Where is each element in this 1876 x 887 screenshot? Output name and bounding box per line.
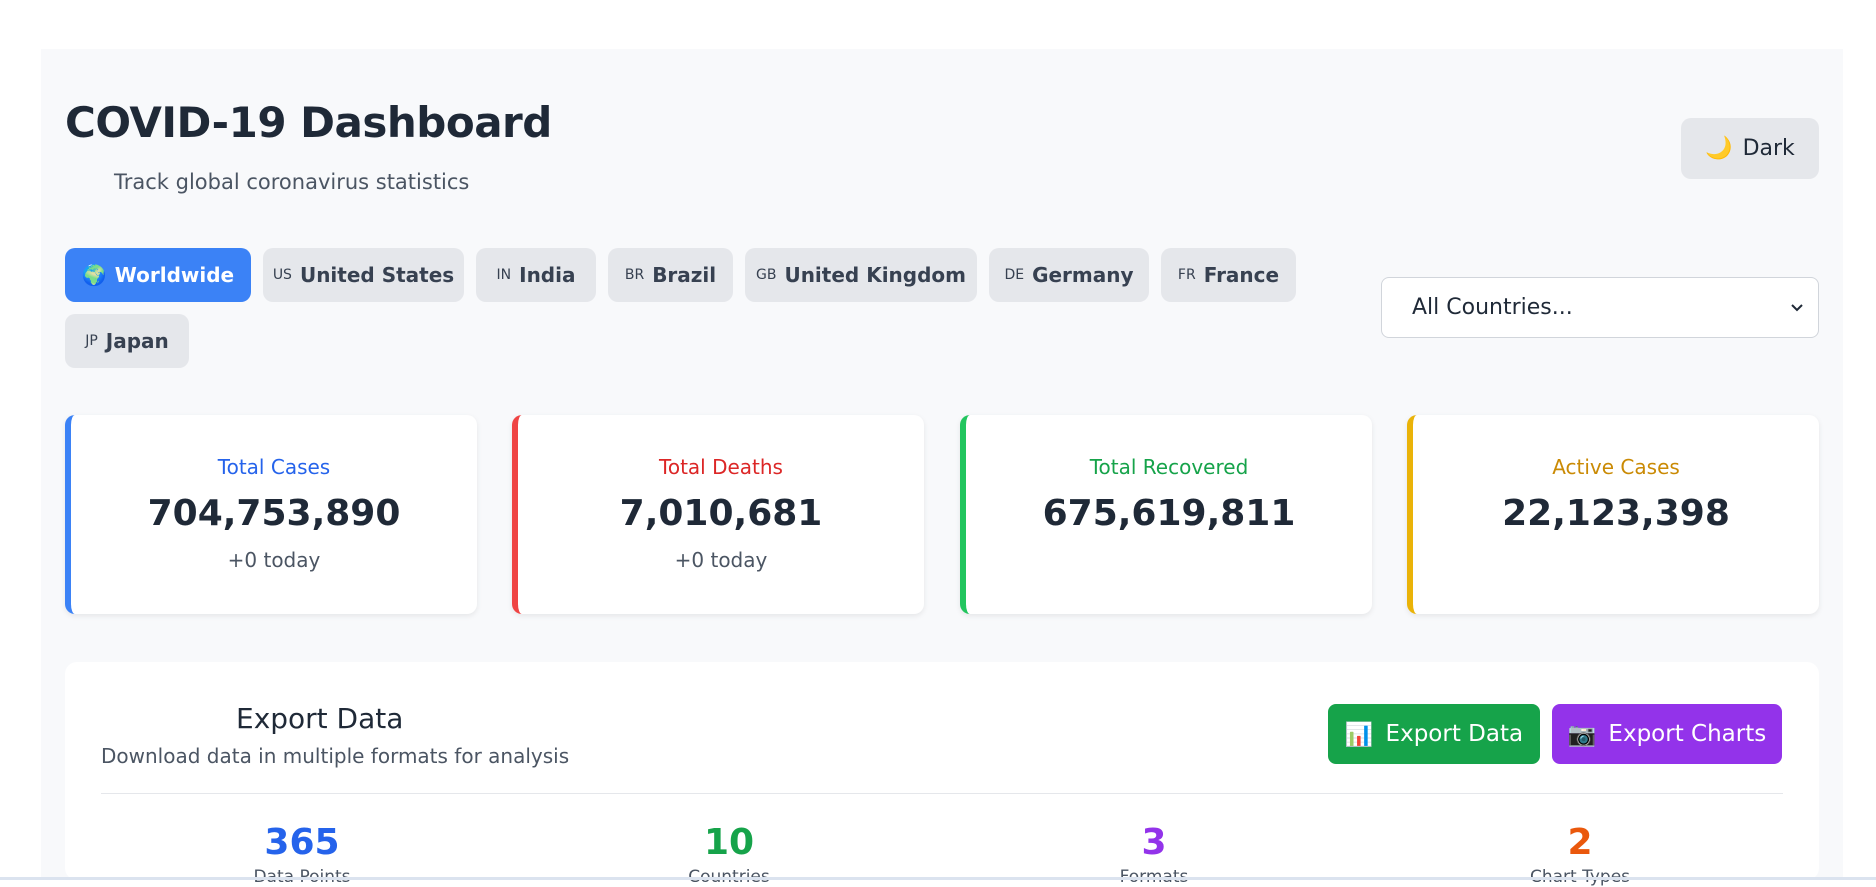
fr-flag-icon: FR bbox=[1177, 267, 1196, 283]
moon-icon: 🌙 bbox=[1705, 136, 1733, 161]
bar-chart-icon: 📊 bbox=[1344, 721, 1374, 748]
globe-icon: 🌍 bbox=[81, 263, 107, 287]
total-deaths-card: Total Deaths 7,010,681 +0 today bbox=[512, 415, 924, 614]
export-title: Export Data bbox=[236, 702, 404, 735]
tab-label: France bbox=[1203, 263, 1280, 287]
tab-india[interactable]: IN India bbox=[476, 248, 596, 302]
export-charts-label: Export Charts bbox=[1608, 721, 1767, 747]
tab-worldwide[interactable]: 🌍 Worldwide bbox=[65, 248, 251, 302]
us-flag-icon: US bbox=[272, 267, 292, 283]
card-label: Total Deaths bbox=[659, 455, 783, 479]
tab-label: Germany bbox=[1032, 263, 1134, 287]
card-today: +0 today bbox=[227, 548, 321, 572]
page-subtitle: Track global coronavirus statistics bbox=[114, 170, 470, 194]
tab-france[interactable]: FR France bbox=[1161, 248, 1296, 302]
card-label: Total Recovered bbox=[1089, 455, 1249, 479]
tab-japan[interactable]: JP Japan bbox=[65, 314, 189, 368]
tab-united-states[interactable]: US United States bbox=[263, 248, 464, 302]
card-label: Total Cases bbox=[217, 455, 331, 479]
tab-label: Worldwide bbox=[114, 263, 235, 287]
active-cases-card: Active Cases 22,123,398 bbox=[1407, 415, 1819, 614]
tab-label: United Kingdom bbox=[784, 263, 966, 287]
total-cases-card: Total Cases 704,753,890 +0 today bbox=[65, 415, 477, 614]
tab-label: Brazil bbox=[652, 263, 717, 287]
tab-brazil[interactable]: BR Brazil bbox=[608, 248, 733, 302]
card-value: 675,619,811 bbox=[1042, 493, 1296, 534]
export-data-button[interactable]: 📊 Export Data bbox=[1328, 704, 1540, 764]
jp-flag-icon: JP bbox=[85, 333, 98, 349]
card-value: 7,010,681 bbox=[619, 493, 823, 534]
camera-icon: 📷 bbox=[1567, 721, 1597, 748]
tab-germany[interactable]: DE Germany bbox=[989, 248, 1149, 302]
de-flag-icon: DE bbox=[1004, 267, 1025, 283]
tab-label: India bbox=[519, 263, 576, 287]
br-flag-icon: BR bbox=[624, 267, 645, 283]
stat-value: 10 bbox=[703, 822, 755, 863]
card-value: 704,753,890 bbox=[147, 493, 401, 534]
chevron-down-icon bbox=[1791, 303, 1803, 311]
card-value: 22,123,398 bbox=[1502, 493, 1730, 534]
stat-value: 365 bbox=[264, 822, 340, 863]
stat-value: 2 bbox=[1567, 822, 1593, 863]
tab-label: United States bbox=[299, 263, 455, 287]
dark-mode-label: Dark bbox=[1742, 136, 1795, 161]
export-data-label: Export Data bbox=[1385, 721, 1524, 747]
country-select-value: All Countries... bbox=[1412, 295, 1573, 320]
in-flag-icon: IN bbox=[496, 267, 512, 283]
dark-mode-toggle-button[interactable]: 🌙 Dark bbox=[1681, 118, 1819, 179]
card-label: Active Cases bbox=[1552, 455, 1680, 479]
stat-value: 3 bbox=[1141, 822, 1167, 863]
country-select[interactable]: All Countries... bbox=[1381, 277, 1819, 338]
card-today: +0 today bbox=[674, 548, 768, 572]
total-recovered-card: Total Recovered 675,619,811 bbox=[960, 415, 1372, 614]
tab-label: Japan bbox=[105, 329, 169, 353]
export-divider bbox=[101, 793, 1783, 794]
export-charts-button[interactable]: 📷 Export Charts bbox=[1552, 704, 1782, 764]
tab-united-kingdom[interactable]: GB United Kingdom bbox=[745, 248, 977, 302]
gb-flag-icon: GB bbox=[756, 267, 777, 283]
export-description: Download data in multiple formats for an… bbox=[101, 744, 570, 768]
page-title: COVID-19 Dashboard bbox=[65, 98, 552, 147]
